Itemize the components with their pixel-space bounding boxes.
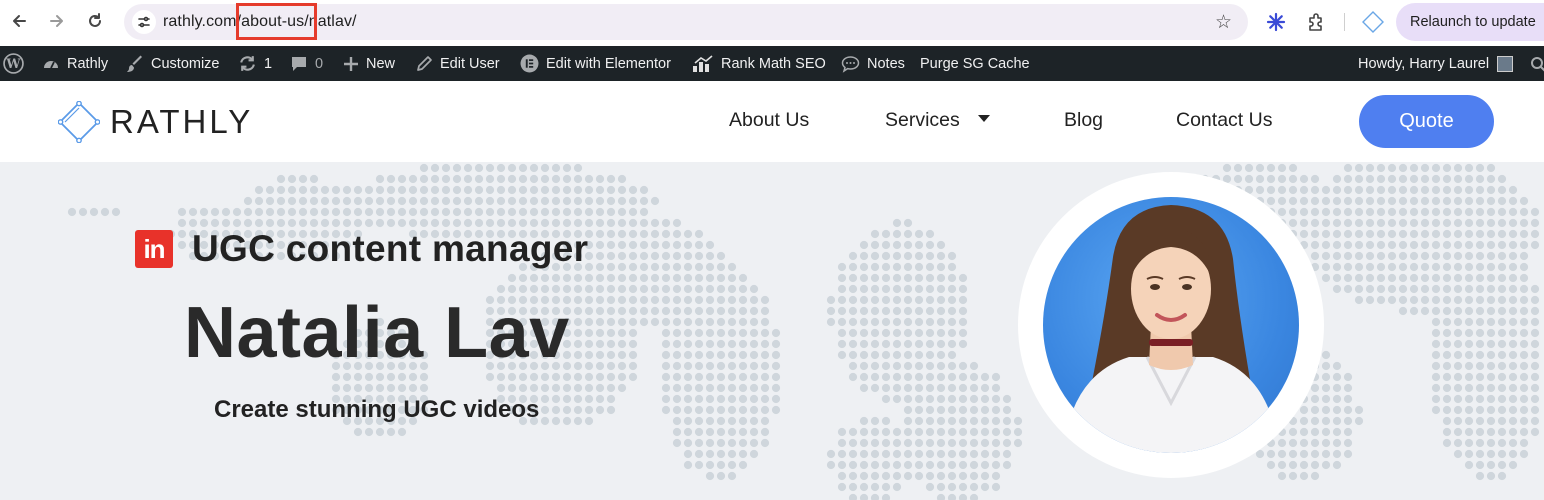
avatar	[1497, 55, 1514, 72]
pencil-icon	[416, 55, 433, 72]
nav-blog[interactable]: Blog	[1064, 109, 1103, 132]
logo-text: RATHLY	[110, 103, 254, 140]
forward-arrow-icon[interactable]	[44, 8, 70, 34]
admin-rankmath-label: Rank Math SEO	[721, 55, 826, 72]
admin-edit-user-label: Edit User	[440, 55, 500, 72]
admin-rankmath-link[interactable]: Rank Math SEO	[692, 46, 826, 81]
extensions-puzzle-icon[interactable]	[1305, 11, 1327, 33]
profile-photo	[1018, 172, 1324, 478]
tagline: Create stunning UGC videos	[214, 396, 540, 423]
admin-notes-label: Notes	[867, 55, 905, 72]
chevron-down-icon	[977, 115, 990, 123]
reload-icon[interactable]	[82, 8, 108, 34]
admin-edit-user-link[interactable]: Edit User	[416, 46, 500, 81]
admin-elementor-link[interactable]: Edit with Elementor	[520, 46, 671, 81]
url-highlight-box	[236, 3, 317, 40]
admin-updates-link[interactable]: 1	[238, 46, 272, 81]
site-header: RATHLY About Us Services Blog Contact Us…	[0, 81, 1544, 162]
quote-button[interactable]: Quote	[1359, 95, 1494, 148]
admin-elementor-label: Edit with Elementor	[546, 55, 671, 72]
job-title-line: in UGC content manager	[135, 228, 588, 270]
admin-updates-count: 1	[264, 55, 273, 72]
bookmark-star-icon[interactable]: ☆	[1215, 11, 1232, 34]
elementor-icon	[520, 54, 539, 73]
admin-new-label: New	[366, 55, 396, 72]
hero-section: in UGC content manager Natalia Lav Creat…	[0, 162, 1544, 500]
admin-new-link[interactable]: New	[343, 46, 395, 81]
admin-notes-link[interactable]: Notes	[841, 46, 905, 81]
relaunch-button[interactable]: Relaunch to update	[1396, 3, 1544, 41]
nav-contact-us[interactable]: Contact Us	[1176, 109, 1272, 132]
admin-purge-cache-label: Purge SG Cache	[920, 55, 1030, 72]
admin-customize-label: Customize	[151, 55, 220, 72]
toolbar-divider	[1344, 13, 1345, 31]
site-logo[interactable]: RATHLY	[58, 101, 253, 143]
linkedin-icon[interactable]: in	[135, 230, 173, 268]
comment-bubble-icon	[290, 55, 308, 73]
admin-site-link[interactable]: Rathly	[42, 46, 108, 81]
site-info-icon[interactable]	[132, 10, 156, 34]
plus-icon	[343, 56, 359, 72]
admin-comments-link[interactable]: 0	[290, 46, 323, 81]
nav-services-label: Services	[885, 109, 960, 131]
back-arrow-icon[interactable]	[6, 8, 32, 34]
person-portrait-illustration	[1063, 205, 1279, 453]
wordpress-logo-icon[interactable]: W	[3, 46, 24, 81]
job-title: UGC content manager	[192, 228, 589, 269]
rathly-diamond-logo-icon	[58, 101, 100, 143]
wp-admin-bar: W Rathly Customize 1 0 New Edit User Edi…	[0, 46, 1544, 81]
admin-howdy-label: Howdy, Harry Laurel	[1358, 55, 1490, 72]
admin-account-menu[interactable]: Howdy, Harry Laurel	[1358, 46, 1514, 81]
diamond-extension-icon[interactable]	[1362, 11, 1384, 33]
svg-text:W: W	[5, 56, 21, 71]
profile-photo-circle	[1043, 197, 1299, 453]
admin-customize-link[interactable]: Customize	[126, 46, 220, 81]
nav-services[interactable]: Services	[885, 109, 990, 132]
rank-math-chart-icon	[692, 54, 714, 73]
dashboard-gauge-icon	[42, 55, 60, 73]
updates-refresh-icon	[238, 54, 257, 73]
admin-comments-count: 0	[315, 55, 324, 72]
browser-toolbar: rathly.com/about-us/natlav/ ☆ Relaunch t…	[0, 0, 1544, 46]
admin-site-name: Rathly	[67, 55, 109, 72]
extension-burst-icon[interactable]	[1265, 11, 1287, 33]
admin-search-icon[interactable]	[1530, 46, 1544, 81]
paintbrush-icon	[126, 55, 144, 73]
person-name: Natalia Lav	[184, 293, 570, 373]
notes-bubble-icon	[841, 55, 860, 73]
nav-about-us[interactable]: About Us	[729, 109, 809, 132]
admin-purge-cache-link[interactable]: Purge SG Cache	[920, 46, 1030, 81]
